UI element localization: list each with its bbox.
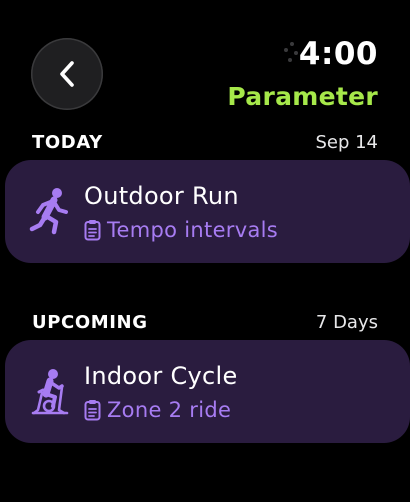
workout-plan-label: Tempo intervals bbox=[107, 218, 278, 242]
workout-card-outdoor-run[interactable]: Outdoor Run Tempo intervals bbox=[5, 160, 410, 263]
clipboard-icon bbox=[84, 220, 101, 241]
status-time: 4:00 bbox=[298, 36, 378, 72]
chevron-left-icon bbox=[60, 61, 74, 87]
workout-plan-label: Zone 2 ride bbox=[107, 398, 232, 422]
workout-card-indoor-cycle[interactable]: Indoor Cycle Zone 2 ride bbox=[5, 340, 410, 443]
app-title: Parameter bbox=[227, 82, 378, 111]
clipboard-icon bbox=[84, 400, 101, 421]
section-countdown: 7 Days bbox=[315, 311, 378, 333]
section-title: TODAY bbox=[32, 131, 103, 153]
workout-title: Indoor Cycle bbox=[84, 362, 238, 390]
section-header-upcoming: UPCOMING 7 Days bbox=[32, 310, 378, 334]
activity-indicator bbox=[284, 42, 300, 64]
workout-plan: Tempo intervals bbox=[84, 218, 278, 242]
workout-title: Outdoor Run bbox=[84, 182, 239, 210]
workout-plan: Zone 2 ride bbox=[84, 398, 231, 422]
back-button[interactable] bbox=[31, 38, 103, 110]
section-header-today: TODAY Sep 14 bbox=[32, 130, 378, 154]
section-title: UPCOMING bbox=[32, 311, 148, 333]
indoor-cycle-icon bbox=[31, 369, 69, 415]
running-figure-icon bbox=[29, 188, 68, 235]
section-date: Sep 14 bbox=[315, 131, 378, 153]
